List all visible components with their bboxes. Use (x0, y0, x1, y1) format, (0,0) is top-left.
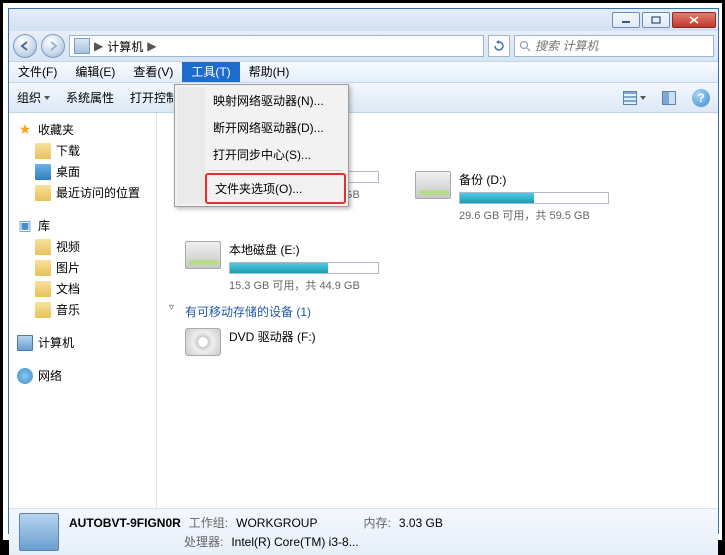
sidebar-computer[interactable]: 计算机 (11, 332, 154, 353)
computer-name: AUTOBVT-9FIGN0R (69, 516, 181, 530)
video-icon (35, 239, 51, 255)
organize-button[interactable]: 组织 (17, 89, 50, 106)
chevron-down-icon (640, 96, 646, 100)
help-button[interactable]: ? (692, 89, 710, 107)
menu-edit[interactable]: 编辑(E) (66, 62, 124, 82)
computer-icon (17, 335, 33, 351)
back-button[interactable] (13, 34, 37, 58)
library-icon: ▣ (17, 218, 33, 234)
search-box[interactable] (514, 35, 714, 57)
breadcrumb[interactable]: ▶ 计算机 ▶ (69, 35, 484, 57)
drive-label: 本地磁盘 (E:) (229, 241, 397, 262)
cpu-value: Intel(R) Core(TM) i3-8... (231, 535, 358, 549)
sidebar-item-desktop[interactable]: 桌面 (11, 161, 154, 182)
menu-help[interactable]: 帮助(H) (240, 62, 299, 82)
sidebar-item-pictures[interactable]: 图片 (11, 257, 154, 278)
menu-disconnect-network-drive[interactable]: 断开网络驱动器(D)... (205, 114, 346, 141)
sidebar-item-documents[interactable]: 文档 (11, 278, 154, 299)
close-button[interactable] (672, 12, 716, 28)
computer-icon (74, 38, 90, 54)
menu-separator (209, 170, 342, 171)
sidebar: ★收藏夹 下载 桌面 最近访问的位置 ▣库 视频 图片 文档 音乐 计算机 网络 (9, 113, 157, 508)
section-removable[interactable]: 有可移动存储的设备 (1) (167, 297, 708, 324)
menu-map-network-drive[interactable]: 映射网络驱动器(N)... (205, 87, 346, 114)
toolbar: 组织 系统属性 打开控制面板 ? (9, 83, 718, 113)
titlebar (9, 9, 718, 31)
workgroup-value: WORKGROUP (236, 516, 317, 530)
menu-tools[interactable]: 工具(T) (182, 62, 239, 82)
music-icon (35, 302, 51, 318)
sidebar-item-downloads[interactable]: 下载 (11, 140, 154, 161)
memory-label: 内存: (363, 514, 390, 531)
separator-icon: ▶ (147, 39, 156, 53)
menu-folder-options[interactable]: 文件夹选项(O)... (205, 173, 346, 204)
dvd-icon (185, 328, 221, 356)
computer-icon (19, 513, 59, 551)
refresh-button[interactable] (488, 35, 510, 57)
drive-dvd[interactable]: DVD 驱动器 (F:) (181, 324, 401, 360)
cpu-label: 处理器: (184, 533, 223, 550)
drive-e[interactable]: 本地磁盘 (E:) 15.3 GB 可用，共 44.9 GB (181, 237, 401, 297)
address-row: ▶ 计算机 ▶ (9, 31, 718, 61)
chevron-down-icon (44, 96, 50, 100)
separator-icon: ▶ (94, 39, 103, 53)
preview-pane-button[interactable] (662, 91, 676, 105)
drive-usage-bar (459, 192, 609, 204)
network-icon (17, 368, 33, 384)
forward-button[interactable] (41, 34, 65, 58)
memory-value: 3.03 GB (399, 516, 443, 530)
drive-usage-bar (229, 262, 379, 274)
maximize-button[interactable] (642, 12, 670, 28)
desktop-icon (35, 164, 51, 180)
minimize-button[interactable] (612, 12, 640, 28)
folder-icon (35, 185, 51, 201)
search-icon (519, 40, 531, 52)
menu-file[interactable]: 文件(F) (9, 62, 66, 82)
sysprops-button[interactable]: 系统属性 (66, 89, 114, 106)
sidebar-item-videos[interactable]: 视频 (11, 236, 154, 257)
menu-view[interactable]: 查看(V) (124, 62, 182, 82)
view-options-button[interactable] (623, 91, 646, 105)
document-icon (35, 281, 51, 297)
drive-icon (415, 171, 451, 199)
workgroup-label: 工作组: (189, 514, 228, 531)
drive-d[interactable]: 备份 (D:) 29.6 GB 可用，共 59.5 GB (411, 167, 631, 227)
details-pane: AUTOBVT-9FIGN0R 工作组: WORKGROUP 内存: 3.03 … (9, 508, 718, 555)
folder-icon (35, 143, 51, 159)
sidebar-item-recent[interactable]: 最近访问的位置 (11, 182, 154, 203)
sidebar-network[interactable]: 网络 (11, 365, 154, 386)
tools-dropdown: 映射网络驱动器(N)... 断开网络驱动器(D)... 打开同步中心(S)...… (174, 84, 349, 207)
search-input[interactable] (535, 39, 709, 53)
menu-open-sync-center[interactable]: 打开同步中心(S)... (205, 141, 346, 168)
sidebar-item-music[interactable]: 音乐 (11, 299, 154, 320)
drive-stat: 29.6 GB 可用，共 59.5 GB (459, 207, 627, 223)
drive-stat: 15.3 GB 可用，共 44.9 GB (229, 277, 397, 293)
picture-icon (35, 260, 51, 276)
drive-icon (185, 241, 221, 269)
star-icon: ★ (17, 122, 33, 138)
sidebar-libraries[interactable]: ▣库 (11, 215, 154, 236)
menubar: 文件(F) 编辑(E) 查看(V) 工具(T) 帮助(H) (9, 61, 718, 83)
drive-label: 备份 (D:) (459, 171, 627, 192)
sidebar-favorites[interactable]: ★收藏夹 (11, 119, 154, 140)
breadcrumb-location[interactable]: 计算机 (107, 38, 143, 55)
drive-label: DVD 驱动器 (F:) (229, 328, 397, 349)
